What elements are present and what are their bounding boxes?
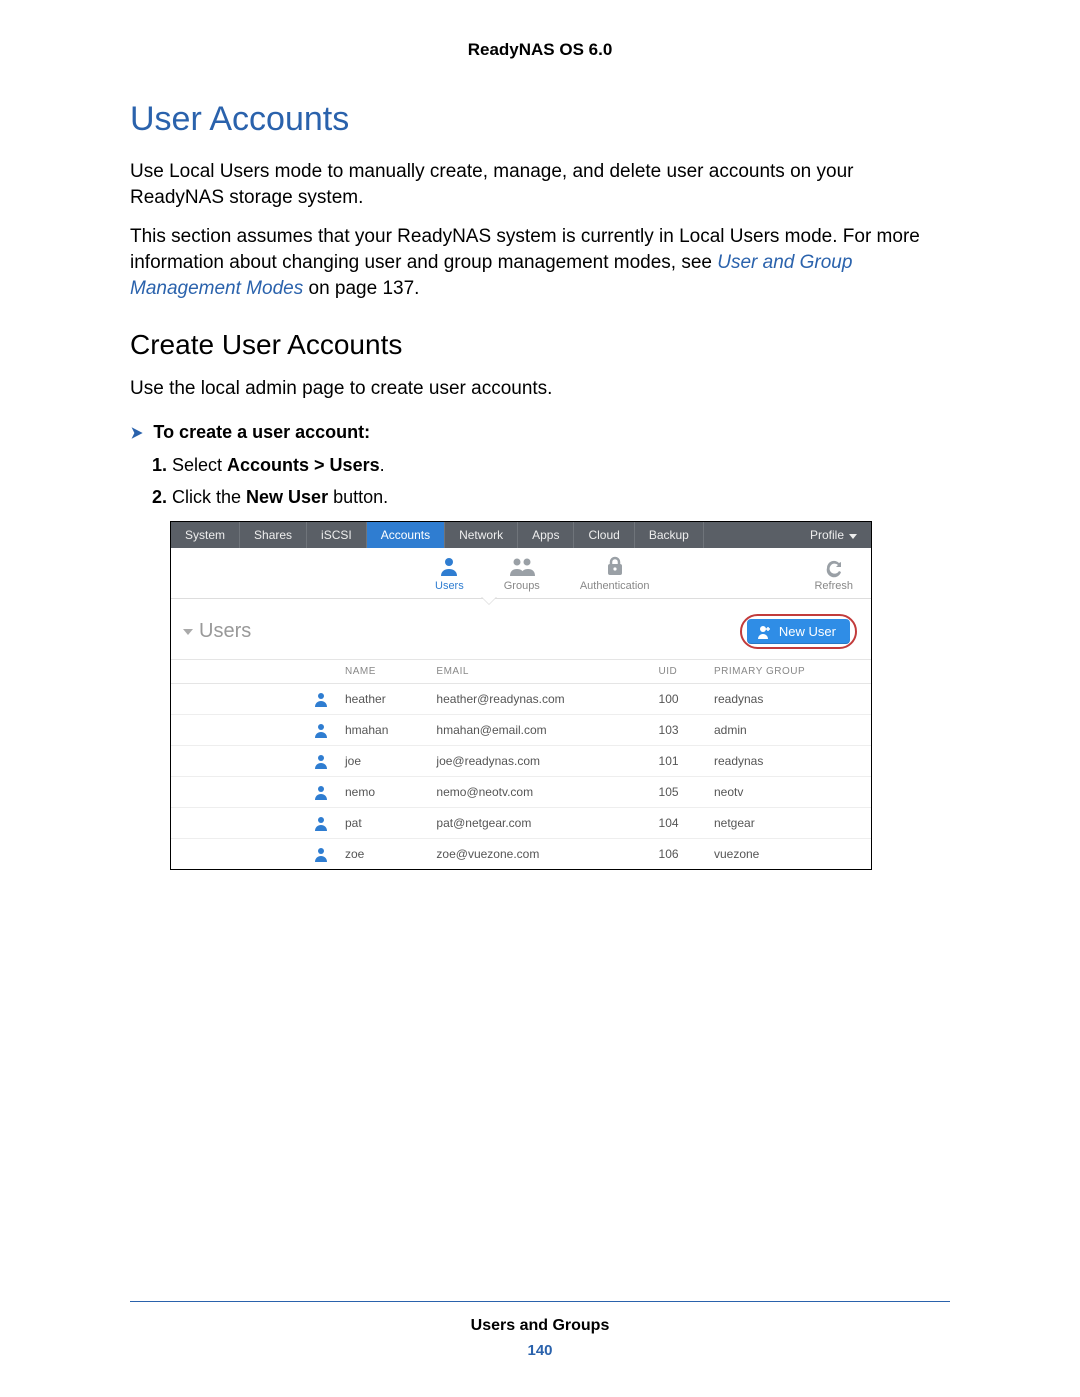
tab-shares[interactable]: Shares bbox=[240, 522, 307, 548]
subsection-intro: Use the local admin page to create user … bbox=[130, 376, 950, 402]
user-row-icon bbox=[313, 722, 329, 738]
user-row-icon bbox=[313, 753, 329, 769]
intro-paragraph-2: This section assumes that your ReadyNAS … bbox=[130, 224, 950, 301]
cell-email: pat@netgear.com bbox=[428, 808, 650, 839]
cell-email: heather@readynas.com bbox=[428, 684, 650, 715]
step-2c: button. bbox=[328, 487, 388, 507]
user-row-icon bbox=[313, 691, 329, 707]
tab-cloud[interactable]: Cloud bbox=[574, 522, 634, 548]
cell-name: heather bbox=[337, 684, 428, 715]
cell-name: hmahan bbox=[337, 715, 428, 746]
col-name[interactable]: NAME bbox=[337, 660, 428, 684]
cell-email: zoe@vuezone.com bbox=[428, 839, 650, 870]
refresh-button[interactable]: Refresh bbox=[814, 558, 853, 592]
subnav-auth-label: Authentication bbox=[580, 580, 650, 592]
user-row-icon bbox=[313, 846, 329, 862]
cell-name: joe bbox=[337, 746, 428, 777]
cell-uid: 104 bbox=[651, 808, 706, 839]
table-row[interactable]: patpat@netgear.com104netgear bbox=[171, 808, 871, 839]
new-user-button[interactable]: New User bbox=[747, 619, 850, 644]
step-2: Click the New User button. bbox=[172, 483, 950, 512]
cell-email: joe@readynas.com bbox=[428, 746, 650, 777]
col-group[interactable]: PRIMARY GROUP bbox=[706, 660, 871, 684]
cell-group: readynas bbox=[706, 746, 871, 777]
cell-name: zoe bbox=[337, 839, 428, 870]
footer-rule bbox=[130, 1301, 950, 1302]
subnav-groups-label: Groups bbox=[504, 580, 540, 592]
cell-name: pat bbox=[337, 808, 428, 839]
cell-uid: 106 bbox=[651, 839, 706, 870]
subnav-authentication[interactable]: Authentication bbox=[580, 556, 650, 592]
procedure-title: To create a user account: bbox=[130, 422, 950, 443]
cell-group: netgear bbox=[706, 808, 871, 839]
admin-screenshot: System Shares iSCSI Accounts Network App… bbox=[170, 521, 872, 870]
tab-network[interactable]: Network bbox=[445, 522, 518, 548]
cell-group: admin bbox=[706, 715, 871, 746]
new-user-label: New User bbox=[779, 624, 836, 639]
subnav-users-label: Users bbox=[435, 580, 464, 592]
profile-label: Profile bbox=[810, 528, 844, 542]
step-2a: Click the bbox=[172, 487, 246, 507]
step-1b: Accounts > Users bbox=[227, 455, 380, 475]
step-1c: . bbox=[380, 455, 385, 475]
procedure-steps: Select Accounts > Users. Click the New U… bbox=[130, 451, 950, 512]
cell-group: readynas bbox=[706, 684, 871, 715]
panel-title: Users bbox=[199, 620, 251, 643]
tab-iscsi[interactable]: iSCSI bbox=[307, 522, 367, 548]
cell-email: nemo@neotv.com bbox=[428, 777, 650, 808]
table-row[interactable]: heatherheather@readynas.com100readynas bbox=[171, 684, 871, 715]
subsection-title: Create User Accounts bbox=[130, 329, 950, 361]
user-row-icon bbox=[313, 815, 329, 831]
footer-chapter: Users and Groups bbox=[0, 1317, 1080, 1335]
main-nav: System Shares iSCSI Accounts Network App… bbox=[171, 522, 871, 548]
lock-icon bbox=[605, 556, 625, 576]
users-table: NAME EMAIL UID PRIMARY GROUP heatherheat… bbox=[171, 659, 871, 869]
tab-accounts[interactable]: Accounts bbox=[367, 522, 445, 548]
active-subnav-notch bbox=[171, 598, 871, 608]
tab-backup[interactable]: Backup bbox=[635, 522, 704, 548]
cell-group: vuezone bbox=[706, 839, 871, 870]
intro-paragraph-1: Use Local Users mode to manually create,… bbox=[130, 159, 950, 210]
cell-group: neotv bbox=[706, 777, 871, 808]
refresh-icon bbox=[823, 558, 845, 578]
user-icon bbox=[438, 556, 460, 576]
profile-menu[interactable]: Profile bbox=[796, 522, 871, 548]
cell-uid: 103 bbox=[651, 715, 706, 746]
p2-part-b: on page 137. bbox=[303, 278, 419, 299]
cell-uid: 100 bbox=[651, 684, 706, 715]
table-row[interactable]: joejoe@readynas.com101readynas bbox=[171, 746, 871, 777]
cell-uid: 105 bbox=[651, 777, 706, 808]
subnav-users[interactable]: Users bbox=[435, 556, 464, 592]
caret-down-icon bbox=[849, 534, 857, 539]
cell-email: hmahan@email.com bbox=[428, 715, 650, 746]
section-title: User Accounts bbox=[130, 100, 950, 139]
table-row[interactable]: nemonemo@neotv.com105neotv bbox=[171, 777, 871, 808]
col-uid[interactable]: UID bbox=[651, 660, 706, 684]
step-1: Select Accounts > Users. bbox=[172, 451, 950, 480]
cell-uid: 101 bbox=[651, 746, 706, 777]
step-1a: Select bbox=[172, 455, 227, 475]
table-row[interactable]: hmahanhmahan@email.com103admin bbox=[171, 715, 871, 746]
table-row[interactable]: zoezoe@vuezone.com106vuezone bbox=[171, 839, 871, 870]
users-panel-header: Users New User bbox=[171, 608, 871, 659]
footer-page-number: 140 bbox=[0, 1342, 1080, 1359]
cell-name: nemo bbox=[337, 777, 428, 808]
refresh-label: Refresh bbox=[814, 580, 853, 592]
user-row-icon bbox=[313, 784, 329, 800]
col-email[interactable]: EMAIL bbox=[428, 660, 650, 684]
subnav-groups[interactable]: Groups bbox=[504, 556, 540, 592]
collapse-toggle-icon[interactable] bbox=[183, 629, 193, 635]
new-user-highlight: New User bbox=[740, 614, 857, 649]
doc-header: ReadyNAS OS 6.0 bbox=[130, 40, 950, 60]
step-2b: New User bbox=[246, 487, 328, 507]
group-icon bbox=[509, 556, 535, 576]
accounts-subnav: Users Groups Authentication bbox=[171, 548, 871, 599]
add-user-icon bbox=[757, 625, 771, 639]
tab-apps[interactable]: Apps bbox=[518, 522, 574, 548]
tab-system[interactable]: System bbox=[171, 522, 240, 548]
